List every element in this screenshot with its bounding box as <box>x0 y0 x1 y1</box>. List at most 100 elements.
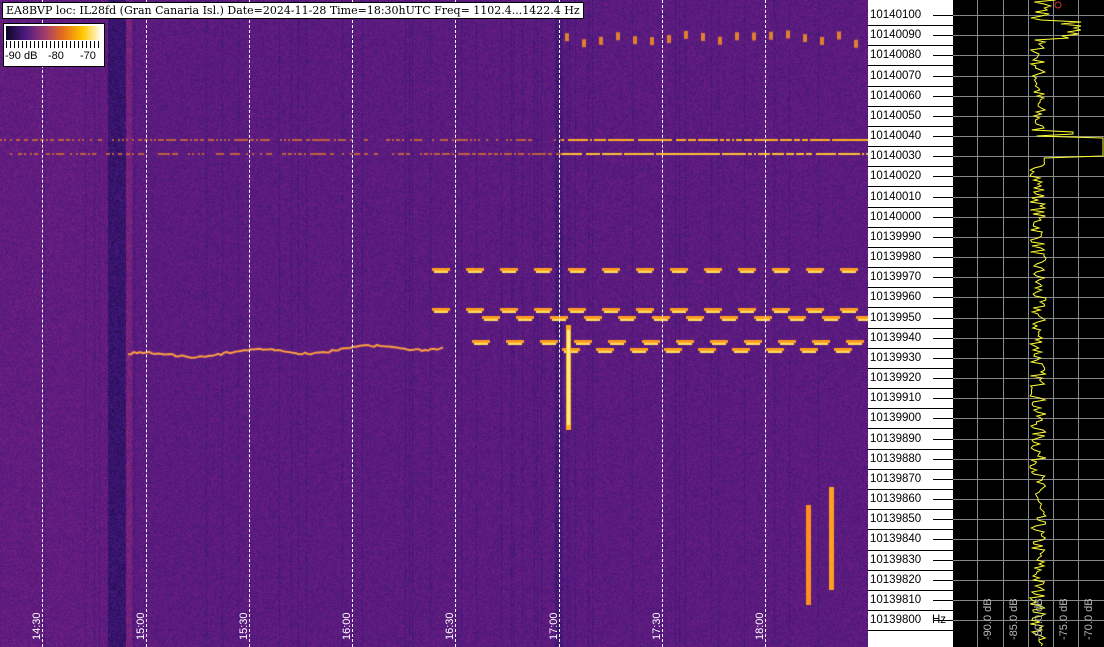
freq-label: 10140000 <box>870 211 922 223</box>
freq-tick <box>933 338 953 339</box>
freq-tick <box>933 257 953 258</box>
freq-tick <box>933 297 953 298</box>
freq-tick <box>933 459 953 460</box>
freq-tick <box>933 479 953 480</box>
color-gradient <box>6 26 102 40</box>
freq-tick <box>933 580 953 581</box>
time-label: 14:30 <box>31 612 43 640</box>
freq-label: 10139850 <box>870 513 922 525</box>
freq-tick <box>933 96 953 97</box>
spectrogram-waterfall <box>0 0 868 647</box>
freq-tick <box>933 398 953 399</box>
freq-tick <box>933 277 953 278</box>
legend-label-min: -90 dB <box>5 50 38 62</box>
spectrum-panel <box>953 0 1104 647</box>
time-label: 15:30 <box>238 612 250 640</box>
freq-minor-tick <box>868 489 953 490</box>
freq-minor-tick <box>868 328 953 329</box>
freq-minor-tick <box>868 529 953 530</box>
time-label: 18:00 <box>754 612 766 640</box>
freq-minor-tick <box>868 106 953 107</box>
freq-tick <box>933 318 953 319</box>
freq-minor-tick <box>868 247 953 248</box>
spectrum-plot <box>953 0 1104 647</box>
freq-label: 10140100 <box>870 9 922 21</box>
freq-tick <box>933 439 953 440</box>
freq-label: 10139910 <box>870 392 922 404</box>
freq-minor-tick <box>868 630 953 631</box>
freq-tick <box>933 156 953 157</box>
freq-minor-tick <box>868 25 953 26</box>
freq-label: 10139930 <box>870 352 922 364</box>
freq-tick <box>933 15 953 16</box>
freq-tick <box>933 55 953 56</box>
freq-label: 10139890 <box>870 433 922 445</box>
freq-tick <box>933 620 953 621</box>
freq-minor-tick <box>868 509 953 510</box>
freq-label: 10140080 <box>870 49 922 61</box>
freq-tick <box>933 217 953 218</box>
freq-minor-tick <box>868 449 953 450</box>
time-gridline <box>146 0 147 647</box>
time-gridline <box>249 0 250 647</box>
freq-label: 10139990 <box>870 231 922 243</box>
time-gridline <box>662 0 663 647</box>
freq-label: 10139810 <box>870 594 922 606</box>
freq-label: 10139920 <box>870 372 922 384</box>
freq-label: 10139880 <box>870 453 922 465</box>
legend-label-mid: -80 <box>48 50 64 62</box>
freq-minor-tick <box>868 65 953 66</box>
freq-minor-tick <box>868 267 953 268</box>
freq-minor-tick <box>868 126 953 127</box>
freq-label: 10140050 <box>870 110 922 122</box>
freq-tick <box>933 418 953 419</box>
freq-label: 10140010 <box>870 191 922 203</box>
freq-label: 10140020 <box>870 170 922 182</box>
freq-label: 10139830 <box>870 554 922 566</box>
freq-label: 10139960 <box>870 291 922 303</box>
freq-tick <box>933 560 953 561</box>
time-label: 16:30 <box>444 612 456 640</box>
freq-minor-tick <box>868 287 953 288</box>
db-label: -90.0 dB <box>982 598 994 640</box>
freq-label: 10139820 <box>870 574 922 586</box>
freq-label: 10140040 <box>870 130 922 142</box>
freq-minor-tick <box>868 45 953 46</box>
freq-label: 10140030 <box>870 150 922 162</box>
freq-tick <box>933 539 953 540</box>
freq-label: 10139800 <box>870 614 922 626</box>
time-gridline <box>352 0 353 647</box>
freq-minor-tick <box>868 227 953 228</box>
time-gridline <box>42 0 43 647</box>
freq-minor-tick <box>868 570 953 571</box>
color-scale-legend: -90 dB -80 -70 <box>3 23 105 67</box>
freq-tick <box>933 197 953 198</box>
freq-tick <box>933 76 953 77</box>
time-gridline <box>765 0 766 647</box>
title-bar: EA8BVP loc: IL28fd (Gran Canaria Isl.) D… <box>2 2 584 19</box>
freq-tick <box>933 499 953 500</box>
freq-minor-tick <box>868 428 953 429</box>
freq-tick <box>933 176 953 177</box>
freq-tick <box>933 378 953 379</box>
freq-minor-tick <box>868 166 953 167</box>
time-gridline <box>559 0 560 647</box>
freq-minor-tick <box>868 86 953 87</box>
time-label: 16:00 <box>341 612 353 640</box>
time-gridline <box>455 0 456 647</box>
freq-label: 10139840 <box>870 533 922 545</box>
freq-minor-tick <box>868 186 953 187</box>
freq-label: 10140060 <box>870 90 922 102</box>
freq-minor-tick <box>868 207 953 208</box>
freq-tick <box>933 358 953 359</box>
freq-minor-tick <box>868 388 953 389</box>
time-label: 17:00 <box>548 612 560 640</box>
time-label: 15:00 <box>135 612 147 640</box>
peak-marker-icon <box>1054 1 1062 9</box>
db-label: -75.0 dB <box>1058 598 1070 640</box>
freq-label: 10140070 <box>870 70 922 82</box>
freq-minor-tick <box>868 307 953 308</box>
freq-label: 10140090 <box>870 29 922 41</box>
freq-label: 10139970 <box>870 271 922 283</box>
db-label: -85.0 dB <box>1008 598 1020 640</box>
